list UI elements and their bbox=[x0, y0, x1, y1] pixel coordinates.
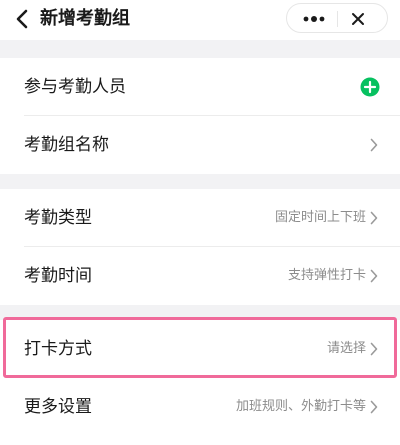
row-label: 考勤类型 bbox=[24, 208, 92, 228]
close-icon[interactable] bbox=[350, 11, 366, 27]
chevron-right-icon bbox=[370, 138, 378, 152]
settings-group-schedule: 考勤类型 固定时间上下班 考勤时间 支持弹性打卡 bbox=[0, 189, 400, 305]
chevron-right-icon bbox=[370, 342, 378, 356]
page-title: 新增考勤组 bbox=[40, 8, 130, 29]
settings-group-members: 参与考勤人员 考勤组名称 bbox=[0, 58, 400, 174]
row-label: 参与考勤人员 bbox=[24, 77, 126, 97]
settings-group-clockin: 打卡方式 请选择 更多设置 加班规则、外勤打卡等 bbox=[0, 320, 400, 445]
row-attendance-members[interactable]: 参与考勤人员 bbox=[0, 58, 400, 116]
more-dots-icon[interactable] bbox=[301, 12, 327, 26]
row-more-settings[interactable]: 更多设置 加班规则、外勤打卡等 bbox=[0, 378, 400, 436]
row-label: 打卡方式 bbox=[24, 339, 92, 359]
row-label: 更多设置 bbox=[24, 397, 92, 417]
chevron-right-icon bbox=[370, 400, 378, 414]
row-value: 支持弹性打卡 bbox=[287, 268, 366, 283]
row-clock-in-method[interactable]: 打卡方式 请选择 bbox=[0, 320, 400, 378]
menu-capsule bbox=[286, 3, 388, 33]
chevron-right-icon bbox=[370, 269, 378, 283]
row-group-name[interactable]: 考勤组名称 bbox=[0, 116, 400, 174]
row-attendance-type[interactable]: 考勤类型 固定时间上下班 bbox=[0, 189, 400, 247]
row-label: 考勤时间 bbox=[24, 266, 92, 286]
row-label: 考勤组名称 bbox=[24, 135, 109, 155]
row-attendance-time[interactable]: 考勤时间 支持弹性打卡 bbox=[0, 247, 400, 305]
chevron-right-icon bbox=[370, 211, 378, 225]
row-value: 请选择 bbox=[326, 341, 366, 356]
capsule-divider bbox=[337, 11, 338, 27]
nav-bar: 新增考勤组 bbox=[0, 0, 400, 40]
add-circle-icon[interactable] bbox=[360, 77, 380, 97]
row-value: 固定时间上下班 bbox=[274, 210, 366, 225]
chevron-left-icon[interactable] bbox=[14, 8, 32, 30]
row-value: 加班规则、外勤打卡等 bbox=[235, 399, 366, 414]
